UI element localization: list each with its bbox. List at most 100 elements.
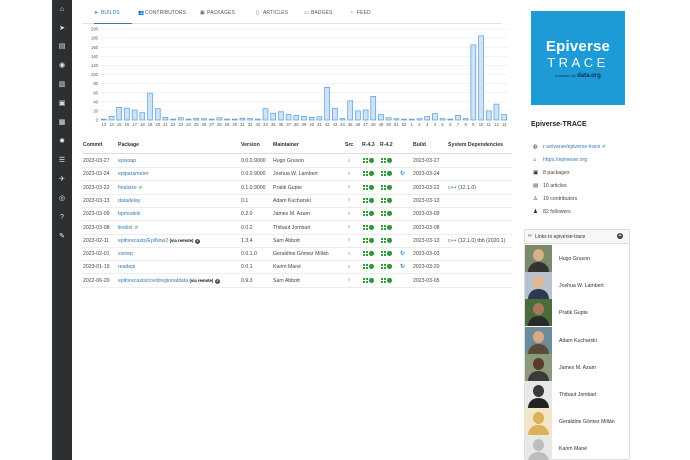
chart-bar[interactable] (339, 118, 346, 121)
r42-binaries[interactable] (381, 197, 392, 205)
r43-binaries[interactable] (363, 237, 374, 245)
chart-bar[interactable] (393, 118, 400, 121)
home-icon[interactable]: ⌂ (57, 5, 67, 15)
chart-bar[interactable] (170, 118, 176, 121)
build-date[interactable]: 2023-03-22 (413, 185, 440, 191)
chart-bar[interactable] (262, 108, 269, 121)
chart-bar[interactable] (278, 111, 284, 121)
package-link[interactable]: readepi (118, 264, 135, 270)
person-name[interactable]: Joshua W. Lambert (559, 283, 604, 289)
chart-bar[interactable] (231, 118, 238, 121)
r42-binaries[interactable] (381, 211, 392, 218)
chart-bar[interactable] (447, 118, 454, 121)
cubes-icon[interactable]: ▣ (57, 99, 67, 109)
package-link[interactable]: epiparameter (118, 171, 149, 177)
person-name[interactable]: Pratik Gupte (559, 310, 588, 316)
r42-binaries[interactable] (381, 158, 392, 165)
package-link[interactable]: epiforecasts/covidregionaldata (118, 278, 188, 284)
chart-bar[interactable] (131, 109, 138, 121)
chart-bar[interactable] (270, 112, 276, 121)
info-icon[interactable]: i (194, 238, 200, 244)
rocket-icon[interactable]: ➤ (57, 24, 67, 34)
chart-bar[interactable] (255, 118, 261, 121)
avatar[interactable] (525, 408, 552, 436)
col-r42[interactable]: R-4.2 (380, 142, 393, 148)
chart-bar[interactable] (478, 35, 484, 121)
person-name[interactable]: Hugo Gruson (559, 256, 590, 262)
chart-bar[interactable] (178, 117, 184, 121)
chart-bar[interactable] (432, 113, 438, 121)
satellite-icon[interactable]: ✈ (57, 175, 67, 185)
chart-bar[interactable] (470, 44, 477, 121)
package-link[interactable]: datadelay (118, 198, 141, 204)
tab-articles[interactable]: ▯ ARTICLES (256, 10, 288, 24)
r42-binaries[interactable] (381, 184, 392, 192)
chart-bar[interactable] (308, 116, 315, 121)
wrench-icon[interactable]: ✎ (57, 232, 67, 242)
avatar[interactable] (525, 299, 552, 327)
chart-bar[interactable] (378, 114, 384, 121)
sync-icon[interactable]: ↻ (400, 170, 405, 177)
r43-binaries[interactable] (363, 264, 374, 271)
build-date[interactable]: 2023-03-13 (413, 238, 440, 244)
r43-binaries[interactable] (363, 184, 374, 192)
avatar[interactable] (525, 381, 552, 408)
col-src[interactable]: Src (345, 142, 353, 148)
package-link[interactable]: sivirep (118, 251, 133, 257)
source-tarball-icon[interactable]: ♁ (347, 264, 351, 270)
person-name[interactable]: James M. Azam (559, 365, 596, 371)
package-link[interactable]: bpmodels (118, 211, 141, 217)
chart-bar[interactable] (293, 115, 300, 121)
person-item[interactable]: Thibaut Jombart (525, 381, 629, 408)
sync-icon[interactable]: ↻ (400, 263, 405, 270)
r43-binaries[interactable] (363, 251, 374, 258)
r42-binaries[interactable] (381, 224, 392, 232)
sysdep-link[interactable]: c++ (448, 185, 457, 191)
package-link[interactable]: linelist (118, 225, 132, 231)
chart-bar[interactable] (462, 118, 469, 121)
build-date[interactable]: 2023-03-03 (413, 251, 440, 257)
source-tarball-icon[interactable]: ♁ (347, 158, 351, 164)
chart-bar[interactable] (201, 118, 207, 121)
package-link[interactable]: epiforecasts/EpiNow2 (118, 238, 168, 244)
r42-binaries[interactable] (381, 251, 392, 258)
info-icon[interactable]: i (214, 278, 220, 284)
build-date[interactable]: 2023-03-24 (413, 171, 440, 177)
chart-bar[interactable] (193, 117, 199, 121)
r43-binaries[interactable] (363, 224, 374, 232)
gear-icon[interactable]: ✹ (57, 137, 67, 147)
chart-bar[interactable] (224, 118, 230, 121)
person-name[interactable]: Geraldine Gómez Millán (559, 419, 615, 425)
server-icon[interactable]: ☰ (57, 156, 67, 166)
build-date[interactable]: 2023-03-09 (413, 211, 440, 217)
person-item[interactable]: Karim Mané (525, 435, 629, 460)
repo-link[interactable]: r-universe/epiverse-trace (543, 144, 600, 150)
chart-bar[interactable] (216, 117, 223, 121)
build-date[interactable]: 2023-03-05 (413, 278, 440, 284)
r43-binaries[interactable] (363, 277, 374, 285)
tab-builds[interactable]: ➤ BUILDS (94, 10, 132, 24)
chart-bar[interactable] (401, 118, 407, 121)
r42-binaries[interactable] (381, 277, 392, 285)
repo-row[interactable]: ◍ r-universe/epiverse-trace ✔ (533, 144, 606, 150)
col-commit[interactable]: Commit (83, 142, 102, 148)
chart-bar[interactable] (147, 92, 153, 121)
chart-icon[interactable]: ▥ (57, 80, 67, 90)
chart-bar[interactable] (416, 118, 423, 121)
build-date[interactable]: 2023-03-20 (413, 264, 440, 270)
chart-bar[interactable] (101, 118, 107, 121)
build-date[interactable]: 2023-03-13 (413, 198, 440, 204)
sync-icon[interactable]: ↻ (400, 250, 405, 257)
book-icon[interactable]: ▤ (57, 42, 67, 52)
r42-binaries[interactable] (381, 264, 392, 271)
source-tarball-icon[interactable]: ♁ (347, 171, 351, 177)
build-date[interactable]: 2023-03-27 (413, 158, 440, 164)
chart-bar[interactable] (116, 106, 123, 121)
person-item[interactable]: Hugo Gruson (525, 245, 629, 272)
chart-bar[interactable] (424, 116, 430, 121)
avatar[interactable] (525, 326, 552, 354)
person-item[interactable]: James M. Azam (525, 353, 629, 381)
build-date[interactable]: 2023-03-08 (413, 225, 440, 231)
person-name[interactable]: Adam Kucharski (559, 338, 597, 344)
r43-binaries[interactable] (363, 197, 374, 205)
